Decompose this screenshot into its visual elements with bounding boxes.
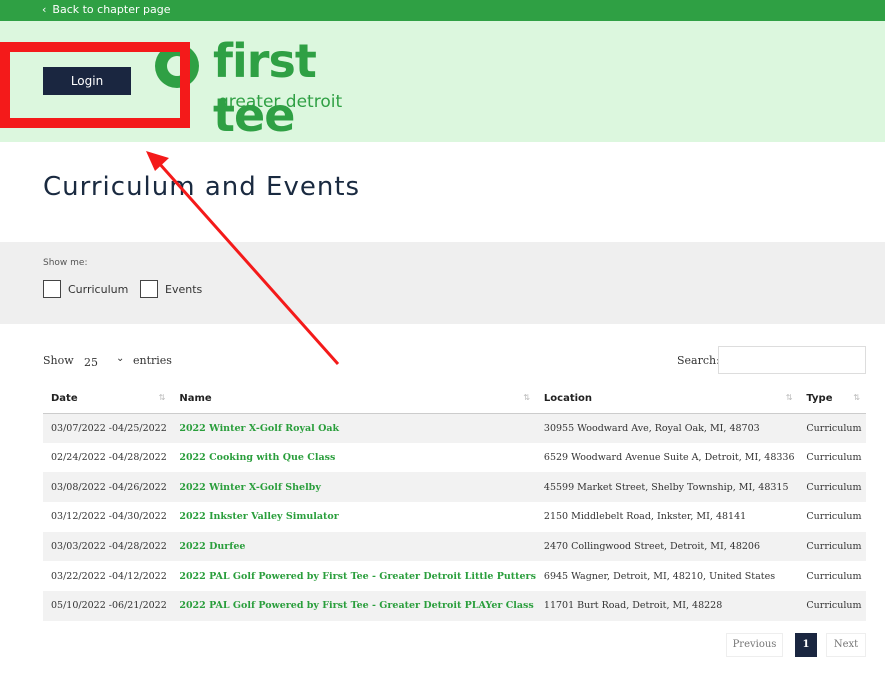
row-date: 03/03/2022 -04/28/2022 (43, 531, 172, 562)
table-row: 03/08/2022 -04/26/2022 2022 Winter X-Gol… (43, 472, 866, 503)
sort-icon: ⇅ (853, 393, 860, 402)
show-label: Show (43, 354, 74, 367)
table-row: 03/07/2022 -04/25/2022 2022 Winter X-Gol… (43, 413, 866, 443)
sort-icon: ⇅ (523, 393, 530, 402)
chevron-left-icon: ‹ (42, 3, 47, 16)
row-name-link[interactable]: 2022 PAL Golf Powered by First Tee - Gre… (171, 561, 536, 591)
table-row: 02/24/2022 -04/28/2022 2022 Cooking with… (43, 443, 866, 473)
row-location: 2470 Collingwood Street, Detroit, MI, 48… (535, 531, 799, 562)
row-name-link[interactable]: 2022 Durfee (171, 531, 536, 562)
row-date: 03/07/2022 -04/25/2022 (43, 413, 172, 443)
first-tee-logo[interactable]: first tee greater detroit (155, 34, 405, 142)
annotation-highlight-box (0, 42, 190, 128)
table-row: 03/22/2022 -04/12/2022 2022 PAL Golf Pow… (43, 561, 866, 591)
row-name-link[interactable]: 2022 Winter X-Golf Shelby (171, 472, 536, 503)
chevron-down-icon: ⌄ (116, 353, 125, 364)
row-location: 30955 Woodward Ave, Royal Oak, MI, 48703 (535, 413, 799, 443)
row-type: Curriculum (798, 472, 866, 503)
row-date: 03/12/2022 -04/30/2022 (51, 511, 167, 523)
events-checkbox[interactable] (140, 280, 158, 298)
row-type: Curriculum (806, 511, 862, 523)
top-nav-bar: ‹ Back to chapter page (0, 0, 885, 21)
page-size-value: 25 (84, 356, 98, 369)
table-row: 03/03/2022 -04/28/2022 2022 Durfee 2470 … (43, 531, 866, 562)
page-title: Curriculum and Events (43, 172, 361, 202)
page-size-select[interactable]: 25 ⌄ (74, 347, 130, 373)
row-location: 11701 Burt Road, Detroit, MI, 48228 (535, 591, 799, 621)
row-date: 05/10/2022 -06/21/2022 (43, 591, 172, 621)
sort-icon: ⇅ (158, 393, 166, 402)
row-type: Curriculum (806, 452, 862, 464)
events-checkbox-label[interactable]: Events (165, 283, 202, 296)
row-date: 03/22/2022 -04/12/2022 (51, 570, 167, 582)
filter-label: Show me: (43, 258, 88, 268)
events-table: Date ⇅ Name ⇅ Location ⇅ Type ⇅ 03/07/2022 -… (43, 384, 866, 621)
column-header-location[interactable]: Location ⇅ (535, 384, 799, 414)
column-header-type[interactable]: Type ⇅ (798, 384, 866, 414)
row-name-link[interactable]: 2022 Inkster Valley Simulator (171, 502, 536, 532)
entries-label: entries (133, 354, 172, 367)
table-controls: Show 25 ⌄ entries Search: (43, 346, 866, 374)
row-location: 45599 Market Street, Shelby Township, MI… (535, 472, 799, 503)
search-label: Search: (677, 354, 720, 367)
column-header-name[interactable]: Name ⇅ (171, 384, 536, 414)
curriculum-checkbox[interactable] (43, 280, 61, 298)
row-type: Curriculum (798, 413, 866, 443)
logo-chapter-name: greater detroit (218, 92, 343, 112)
search-input[interactable] (718, 346, 866, 374)
row-location: 6529 Woodward Avenue Suite A, Detroit, M… (543, 452, 795, 464)
row-date: 02/24/2022 -04/28/2022 (51, 452, 167, 464)
row-name-link[interactable]: 2022 Winter X-Golf Royal Oak (171, 413, 536, 443)
filter-panel: Show me: Curriculum Events (0, 242, 885, 324)
row-type: Curriculum (798, 531, 866, 562)
table-row: 03/12/2022 -04/30/2022 2022 Inkster Vall… (43, 502, 866, 532)
pagination-page-button[interactable]: 1 (795, 633, 817, 657)
row-location: 2150 Middlebelt Road, Inkster, MI, 48141 (543, 511, 747, 523)
sort-icon: ⇅ (785, 393, 793, 402)
table-row: 05/10/2022 -06/21/2022 2022 PAL Golf Pow… (43, 591, 866, 621)
row-type: Curriculum (798, 591, 866, 621)
curriculum-checkbox-label[interactable]: Curriculum (68, 283, 128, 296)
pagination-previous-button[interactable]: Previous (726, 633, 783, 657)
pagination-next-button[interactable]: Next (826, 633, 866, 657)
row-type: Curriculum (806, 570, 862, 582)
row-name-link[interactable]: 2022 PAL Golf Powered by First Tee - Gre… (171, 591, 536, 621)
logo-wordmark: first tee (213, 34, 317, 142)
column-header-date[interactable]: Date ⇅ (43, 384, 172, 414)
table-header-row: Date ⇅ Name ⇅ Location ⇅ Type ⇅ (43, 384, 866, 414)
row-date: 03/08/2022 -04/26/2022 (43, 472, 172, 503)
back-to-chapter-link[interactable]: Back to chapter page (52, 3, 170, 16)
row-location: 6945 Wagner, Detroit, MI, 48210, United … (543, 570, 776, 582)
row-name-link[interactable]: 2022 Cooking with Que Class (171, 443, 536, 473)
